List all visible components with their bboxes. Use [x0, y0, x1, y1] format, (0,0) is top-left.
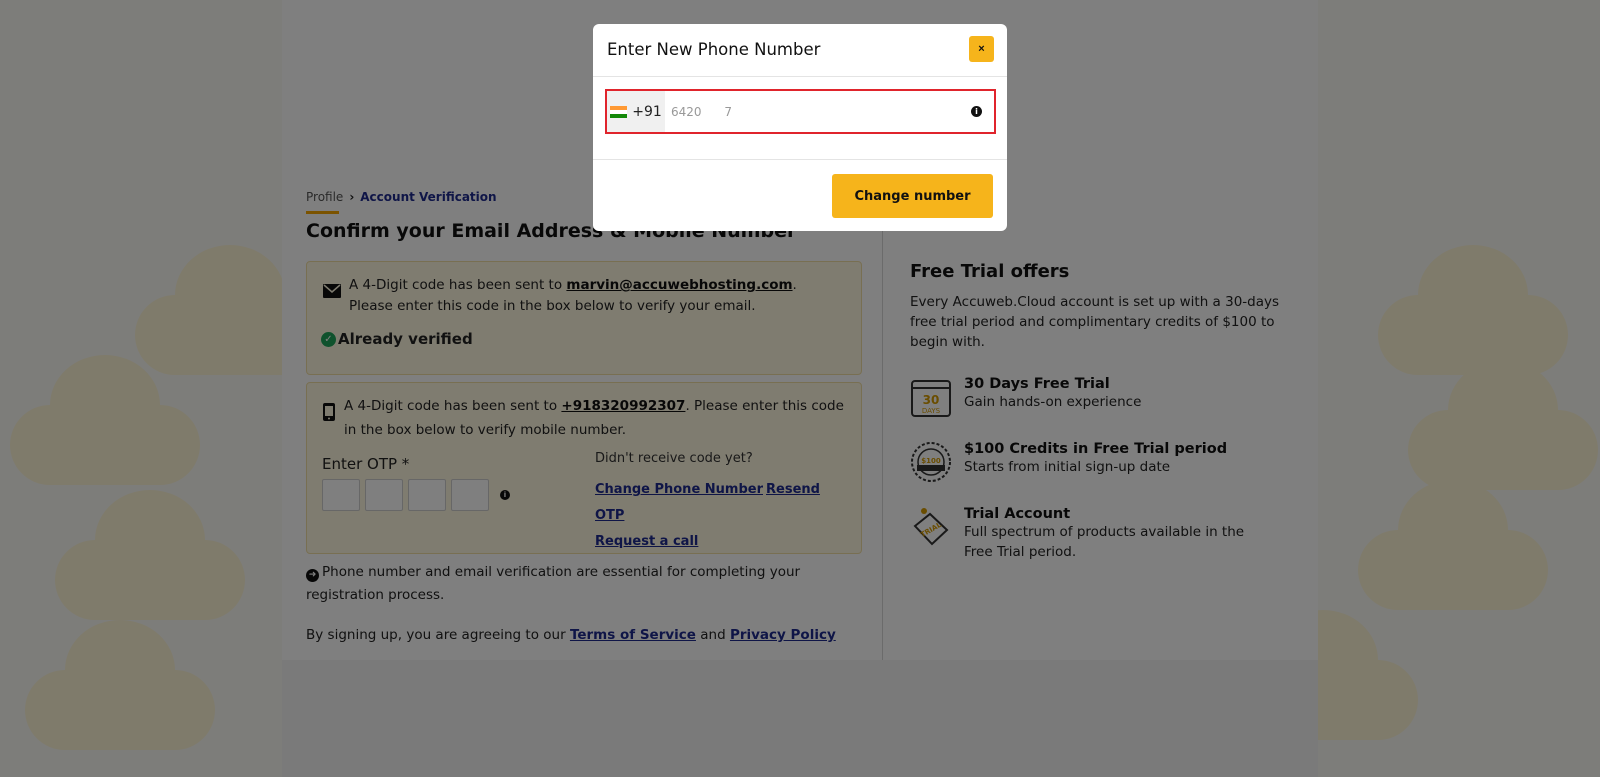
- info-icon[interactable]: i: [971, 106, 982, 117]
- india-flag-icon: [610, 105, 628, 118]
- modal-title: Enter New Phone Number: [607, 40, 821, 59]
- country-code: +91: [632, 103, 662, 120]
- country-code-selector[interactable]: +91: [607, 91, 665, 132]
- phone-number-modal: Enter New Phone Number × +91 i Change nu…: [593, 24, 1007, 231]
- modal-divider: [593, 76, 1007, 77]
- phone-input-group: +91 i: [605, 89, 996, 134]
- change-number-button[interactable]: Change number: [832, 174, 993, 218]
- modal-divider: [593, 159, 1007, 160]
- close-button[interactable]: ×: [969, 36, 994, 62]
- phone-input[interactable]: [665, 104, 994, 119]
